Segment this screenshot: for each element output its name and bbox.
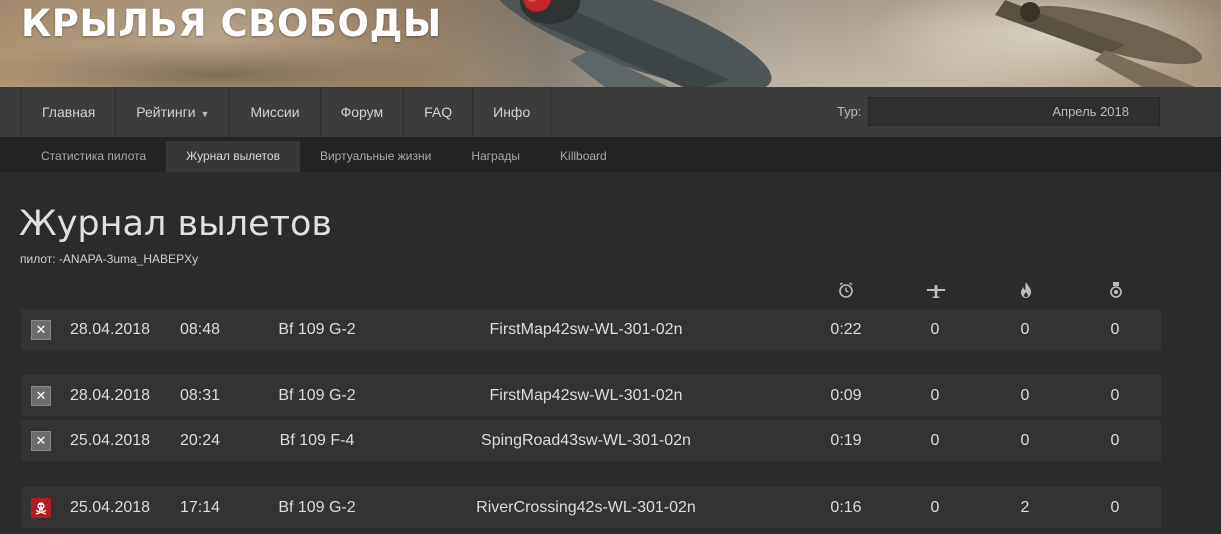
main-menu: Главная Рейтинги ▼ Миссии Форум FAQ Инфо: [21, 87, 552, 137]
tour-label: Тур:: [837, 104, 862, 119]
sortie-mission: FirstMap42sw-WL-301-02n: [489, 387, 683, 404]
sortie-score: 0: [1110, 321, 1120, 338]
pilot-name: пилот: -ANAPA-3uma_HABEPXy: [20, 252, 199, 266]
aircraft-icon: [926, 281, 946, 299]
clock-icon: [836, 281, 856, 299]
crashed-x-icon: ✕: [31, 320, 51, 340]
sortie-ground-kills: 0: [1020, 387, 1030, 404]
sortie-date: 25.04.2018: [70, 432, 151, 449]
tab-sorties-log[interactable]: Журнал вылетов: [166, 141, 300, 172]
sortie-mission: RiverCrossing42s-WL-301-02n: [476, 499, 696, 516]
sortie-ground-kills: 2: [1020, 499, 1030, 516]
sortie-aircraft: Bf 109 G-2: [278, 321, 356, 338]
sortie-aircraft: Bf 109 G-2: [278, 499, 356, 516]
sortie-score: 0: [1110, 499, 1120, 516]
page-title: Журнал вылетов: [19, 204, 333, 244]
sortie-duration: 0:22: [830, 321, 862, 338]
sortie-mission: FirstMap42sw-WL-301-02n: [489, 321, 683, 338]
sortie-time: 08:48: [180, 321, 221, 338]
crashed-x-icon: ✕: [31, 386, 51, 406]
site-title[interactable]: КРЫЛЬЯ СВОБОДЫ: [21, 2, 442, 45]
tab-virtual-lives[interactable]: Виртуальные жизни: [300, 141, 451, 172]
sortie-time: 17:14: [180, 499, 221, 516]
nav-item-info[interactable]: Инфо: [473, 87, 552, 137]
banner-aircraft-image: [995, 0, 1203, 87]
nav-item-home[interactable]: Главная: [22, 87, 117, 137]
nav-item-forum[interactable]: Форум: [321, 87, 405, 137]
caret-down-icon: ▼: [200, 109, 210, 119]
tab-killboard[interactable]: Killboard: [540, 141, 627, 172]
nav-item-label: Главная: [42, 104, 96, 120]
sortie-air-kills: 0: [930, 321, 940, 338]
sortie-row[interactable]: ✕ 25.04.2018 20:24 Bf 109 F-4 SpingRoad4…: [21, 420, 1161, 461]
sortie-ground-kills: 0: [1020, 321, 1030, 338]
crashed-x-icon: ✕: [31, 431, 51, 451]
tab-pilot-stats[interactable]: Статистика пилота: [21, 141, 166, 172]
sortie-air-kills: 0: [930, 499, 940, 516]
sortie-date: 25.04.2018: [70, 499, 151, 516]
header-banner: КРЫЛЬЯ СВОБОДЫ: [0, 0, 1221, 87]
nav-item-missions[interactable]: Миссии: [230, 87, 321, 137]
sortie-mission: SpingRoad43sw-WL-301-02n: [481, 432, 691, 449]
nav-item-faq[interactable]: FAQ: [404, 87, 474, 137]
sortie-air-kills: 0: [930, 432, 940, 449]
banner-aircraft-image: [488, 0, 772, 87]
main-nav: Главная Рейтинги ▼ Миссии Форум FAQ Инфо …: [0, 87, 1221, 138]
fire-icon: [1016, 281, 1036, 299]
nav-item-ratings[interactable]: Рейтинги ▼: [116, 87, 231, 137]
nav-item-label: Рейтинги: [136, 104, 196, 120]
sub-nav: Статистика пилота Журнал вылетов Виртуал…: [0, 138, 1221, 172]
sortie-aircraft: Bf 109 G-2: [278, 387, 356, 404]
sortie-aircraft: Bf 109 F-4: [279, 432, 355, 449]
medal-icon: [1106, 281, 1126, 299]
sortie-time: 20:24: [180, 432, 221, 449]
sub-menu: Статистика пилота Журнал вылетов Виртуал…: [21, 141, 627, 172]
sortie-duration: 0:16: [830, 499, 862, 516]
sortie-row[interactable]: ✕ 28.04.2018 08:48 Bf 109 G-2 FirstMap42…: [21, 309, 1161, 350]
sortie-date: 28.04.2018: [70, 387, 151, 404]
nav-item-label: Миссии: [250, 104, 300, 120]
tour-select[interactable]: Апрель 2018: [868, 97, 1160, 126]
banner-haze: [0, 40, 480, 87]
tab-awards[interactable]: Награды: [451, 141, 540, 172]
sortie-time: 08:31: [180, 387, 221, 404]
sortie-row[interactable]: ✕ 28.04.2018 08:31 Bf 109 G-2 FirstMap42…: [21, 375, 1161, 416]
sortie-score: 0: [1110, 387, 1120, 404]
sortie-ground-kills: 0: [1020, 432, 1030, 449]
sortie-row[interactable]: 25.04.2018 17:14 Bf 109 G-2 RiverCrossin…: [21, 487, 1161, 528]
nav-item-label: FAQ: [424, 104, 453, 120]
sortie-duration: 0:19: [830, 432, 862, 449]
sortie-score: 0: [1110, 432, 1120, 449]
sortie-duration: 0:09: [830, 387, 862, 404]
sortie-date: 28.04.2018: [70, 321, 151, 338]
skull-icon: [31, 498, 51, 518]
nav-item-label: Форум: [340, 104, 384, 120]
nav-item-label: Инфо: [493, 104, 531, 120]
sortie-air-kills: 0: [930, 387, 940, 404]
